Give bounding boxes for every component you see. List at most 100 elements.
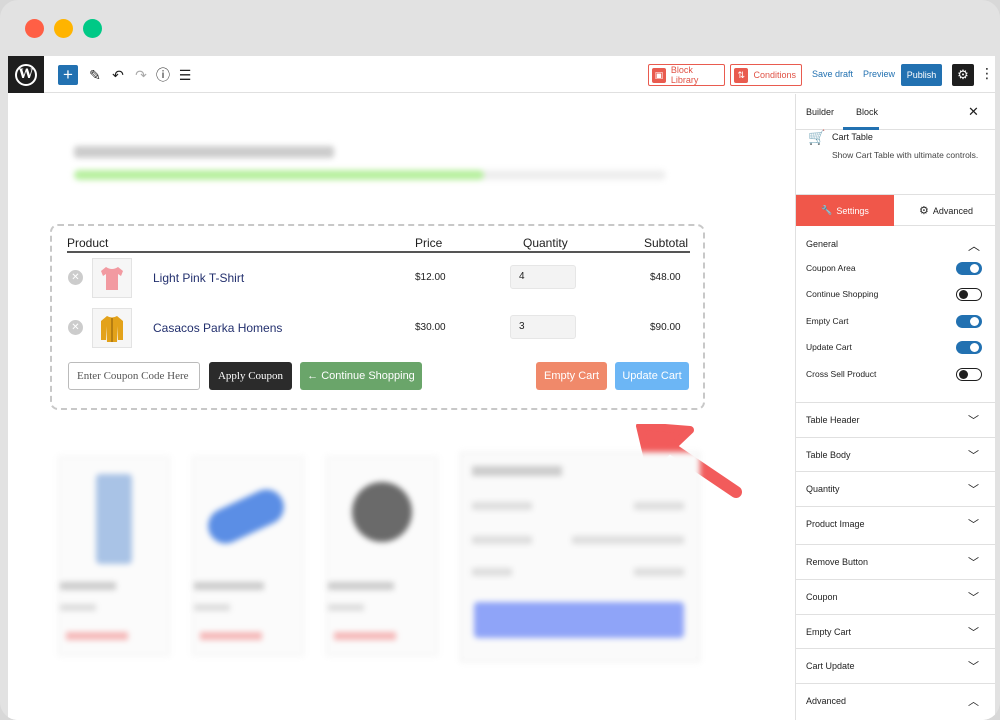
toggle-row-update-cart: Update Cart bbox=[806, 341, 986, 355]
product-name-link[interactable]: Casacos Parka Homens bbox=[153, 321, 282, 335]
coupon-area-toggle[interactable] bbox=[956, 262, 982, 275]
product-subtotal: $90.00 bbox=[650, 322, 681, 333]
pencil-icon[interactable]: ✎ bbox=[86, 65, 104, 85]
empty-cart-toggle[interactable] bbox=[956, 315, 982, 328]
active-tab-indicator bbox=[843, 127, 879, 130]
tab-settings-label: Settings bbox=[836, 205, 869, 216]
cart-table-block[interactable]: Product Price Quantity Subtotal ✕ Light … bbox=[50, 224, 705, 410]
preview-button[interactable]: Preview bbox=[863, 69, 895, 79]
toggle-label: Cross Sell Product bbox=[806, 369, 877, 379]
chevron-down-icon: ﹀ bbox=[968, 661, 979, 673]
section-quantity[interactable]: Quantity ﹀ bbox=[796, 471, 995, 505]
continue-shopping-toggle[interactable] bbox=[956, 288, 982, 301]
toggle-row-coupon-area: Coupon Area bbox=[806, 262, 986, 276]
product-thumbnail bbox=[92, 258, 132, 298]
panel-tabs: 🔧 Settings ⚙ Advanced bbox=[796, 194, 995, 226]
more-options-icon[interactable]: ⋮ bbox=[980, 65, 994, 82]
toggle-row-continue-shopping: Continue Shopping bbox=[806, 288, 986, 302]
continue-shopping-button[interactable]: ← Continue Shopping bbox=[300, 362, 422, 390]
chevron-down-icon: ﹀ bbox=[968, 450, 979, 462]
product-name-link[interactable]: Light Pink T-Shirt bbox=[153, 271, 244, 285]
tab-block[interactable]: Block bbox=[856, 107, 878, 117]
coupon-input[interactable]: Enter Coupon Code Here bbox=[68, 362, 200, 390]
section-remove-button[interactable]: Remove Button ﹀ bbox=[796, 544, 995, 578]
window-maximize-dot[interactable] bbox=[83, 19, 102, 38]
window-close-dot[interactable] bbox=[25, 19, 44, 38]
update-cart-toggle[interactable] bbox=[956, 341, 982, 354]
block-library-label: Block Library bbox=[670, 65, 699, 85]
tab-builder[interactable]: Builder bbox=[806, 107, 834, 117]
block-library-button[interactable]: ▣ Block Library bbox=[648, 64, 725, 86]
close-icon[interactable]: ✕ bbox=[968, 104, 979, 120]
wordpress-logo-icon[interactable]: W bbox=[8, 56, 44, 93]
redo-icon[interactable]: ↷ bbox=[132, 65, 150, 85]
window-minimize-dot[interactable] bbox=[54, 19, 73, 38]
toggle-row-empty-cart: Empty Cart bbox=[806, 315, 986, 329]
toggle-label: Empty Cart bbox=[806, 316, 849, 326]
general-section-title[interactable]: General bbox=[806, 239, 838, 249]
product-price: $30.00 bbox=[415, 322, 446, 333]
section-product-image[interactable]: Product Image ﹀ bbox=[796, 506, 995, 540]
section-table-header[interactable]: Table Header ﹀ bbox=[796, 402, 995, 436]
tab-advanced-label: Advanced bbox=[932, 205, 973, 216]
conditions-label: Conditions bbox=[753, 70, 796, 80]
header-price: Price bbox=[415, 236, 443, 250]
settings-gear-icon[interactable]: ⚙ bbox=[952, 64, 974, 86]
apply-coupon-button[interactable]: Apply Coupon bbox=[209, 362, 292, 390]
update-cart-button[interactable]: Update Cart bbox=[615, 362, 689, 390]
tshirt-icon bbox=[101, 267, 123, 290]
section-label: Table Header bbox=[806, 415, 860, 425]
product-price: $12.00 bbox=[415, 272, 446, 283]
chevron-down-icon: ﹀ bbox=[968, 592, 979, 604]
wrench-icon: 🔧 bbox=[821, 205, 833, 215]
gear-icon: ⚙ bbox=[919, 205, 929, 217]
section-label: Cart Update bbox=[806, 661, 855, 671]
remove-item-icon[interactable]: ✕ bbox=[68, 320, 83, 335]
header-divider bbox=[67, 251, 690, 253]
conditions-button[interactable]: ⇅ Conditions bbox=[730, 64, 802, 86]
chevron-down-icon: ﹀ bbox=[968, 557, 979, 569]
chevron-down-icon: ﹀ bbox=[968, 627, 979, 639]
settings-sidebar: Builder Block ✕ 🛒 Cart Table Show Cart T… bbox=[795, 94, 995, 720]
block-title: Cart Table bbox=[832, 132, 873, 142]
tab-advanced[interactable]: ⚙ Advanced bbox=[896, 195, 995, 226]
editor-toolbar: W + ✎ ↶ ↷ ⓘ ☰ ▣ Block Library ⇅ Conditio… bbox=[8, 56, 995, 93]
quantity-input[interactable]: 3 bbox=[510, 315, 576, 339]
publish-button[interactable]: Publish bbox=[901, 64, 942, 86]
basket-icon: ▣ bbox=[652, 67, 666, 83]
section-label: Product Image bbox=[806, 519, 865, 529]
section-label: Remove Button bbox=[806, 557, 869, 567]
section-cart-update[interactable]: Cart Update ﹀ bbox=[796, 648, 995, 682]
chevron-up-icon: ︿ bbox=[968, 696, 979, 708]
section-coupon[interactable]: Coupon ﹀ bbox=[796, 579, 995, 613]
chevron-up-icon[interactable]: ︿ bbox=[968, 237, 980, 254]
list-view-icon[interactable]: ☰ bbox=[176, 65, 194, 85]
cross-sell-product-toggle[interactable] bbox=[956, 368, 982, 381]
empty-cart-button[interactable]: Empty Cart bbox=[536, 362, 607, 390]
product-subtotal: $48.00 bbox=[650, 272, 681, 283]
remove-item-icon[interactable]: ✕ bbox=[68, 270, 83, 285]
chevron-down-icon: ﹀ bbox=[968, 415, 979, 427]
editor-canvas: Product Price Quantity Subtotal ✕ Light … bbox=[8, 94, 795, 720]
tab-settings[interactable]: 🔧 Settings bbox=[796, 195, 894, 226]
toggle-row-cross-sell-product: Cross Sell Product bbox=[806, 368, 986, 382]
product-thumbnail bbox=[92, 308, 132, 348]
header-subtotal: Subtotal bbox=[644, 236, 689, 250]
section-label: Advanced bbox=[806, 696, 847, 706]
toggle-label: Continue Shopping bbox=[806, 289, 879, 299]
sidebar-tabs: Builder Block ✕ bbox=[796, 94, 995, 130]
save-draft-button[interactable]: Save draft bbox=[812, 69, 853, 79]
info-icon[interactable]: ⓘ bbox=[154, 65, 172, 85]
section-empty-cart[interactable]: Empty Cart ﹀ bbox=[796, 614, 995, 648]
cart-icon: 🛒 bbox=[808, 129, 826, 145]
quantity-input[interactable]: 4 bbox=[510, 265, 576, 289]
section-label: Empty Cart bbox=[806, 627, 852, 637]
header-quantity: Quantity bbox=[523, 236, 568, 250]
add-block-button[interactable]: + bbox=[58, 65, 78, 85]
section-table-body[interactable]: Table Body ﹀ bbox=[796, 437, 995, 471]
jacket-icon bbox=[101, 316, 123, 342]
conditions-icon: ⇅ bbox=[734, 67, 749, 83]
section-advanced[interactable]: Advanced ︿ bbox=[796, 683, 995, 717]
block-description: Show Cart Table with ultimate controls. bbox=[832, 150, 979, 160]
undo-icon[interactable]: ↶ bbox=[109, 65, 127, 85]
